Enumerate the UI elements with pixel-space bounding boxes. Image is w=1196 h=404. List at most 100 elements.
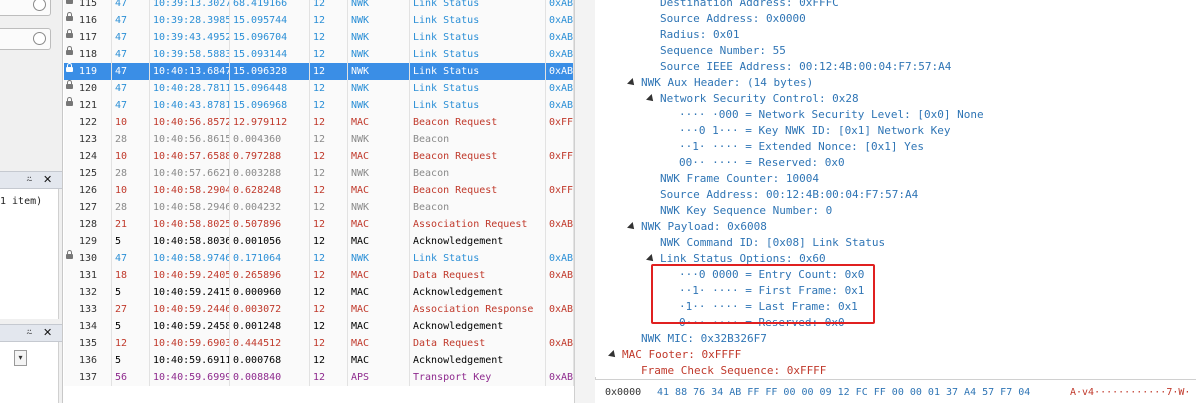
packet-delta-cell: 0.001056 [230,233,310,250]
table-row[interactable]: 1282110:40:58.8025520.50789612MACAssocia… [64,216,574,233]
table-row[interactable]: 1304710:40:58.9746720.17106412NWKLink St… [64,250,574,267]
packet-info-cell: Beacon [410,131,546,148]
packet-info-cell: Acknowledgement [410,233,546,250]
packet-number-cell: 122 [76,114,112,131]
packet-lqi-cell: 5 [112,284,150,301]
packet-protocol-cell: MAC [348,233,410,250]
dropdown-button[interactable]: ▾ [14,350,27,366]
packet-protocol-cell: NWK [348,12,410,29]
pin-icon[interactable]: ⍨ [26,173,33,187]
table-row[interactable]: 134510:40:59.2458470.00124812MACAcknowle… [64,318,574,335]
close-icon[interactable]: ✕ [43,326,52,339]
table-row[interactable]: 1184710:39:58.58838315.09314412NWKLink S… [64,46,574,63]
table-row[interactable]: 1375610:40:59.6999680.00884012APSTranspo… [64,369,574,386]
packet-delta-cell: 15.096968 [230,97,310,114]
table-row[interactable]: 132510:40:59.2415280.00096012MACAcknowle… [64,284,574,301]
packet-number-cell: 123 [76,131,112,148]
packet-info-cell: Data Request [410,335,546,352]
table-row[interactable]: 136510:40:59.6911280.00076812MACAcknowle… [64,352,574,369]
table-row[interactable]: 1221010:40:56.85724012.97911212MACBeacon… [64,114,574,131]
packet-number-cell: 136 [76,352,112,369]
packet-delta-cell: 15.096328 [230,63,310,80]
packet-info-cell: Link Status [410,80,546,97]
filter-combo-1[interactable] [0,0,51,16]
lock-icon [66,250,73,259]
packet-length-cell: 12 [310,318,348,335]
packet-extra-cell [546,284,574,301]
table-row[interactable]: 1194710:40:13.68471115.09632812NWKLink S… [64,63,574,80]
table-row[interactable]: 1154710:39:13.30279268.41916612NWKLink S… [64,0,574,12]
packet-extra-cell: 0xAB [546,369,574,386]
packet-delta-cell: 0.003288 [230,165,310,182]
packet-protocol-cell: MAC [348,284,410,301]
packet-time-cell: 10:40:13.684711 [150,63,230,80]
packet-number-cell: 130 [76,250,112,267]
packet-delta-cell: 0.000768 [230,352,310,369]
table-row[interactable]: 1174710:39:43.49524015.09670412NWKLink S… [64,29,574,46]
tree-node-label: Radius: 0x01 [660,28,740,41]
expand-arrow-icon[interactable] [646,94,656,104]
packet-length-cell: 12 [310,80,348,97]
packet-number-cell: 118 [76,46,112,63]
packet-length-cell: 12 [310,0,348,12]
packet-protocol-cell: MAC [348,301,410,318]
packet-time-cell: 10:40:59.244600 [150,301,230,318]
lock-icon [66,12,73,21]
tree-node-label: Frame Check Sequence: 0xFFFF [641,364,827,377]
expand-arrow-icon[interactable] [646,254,656,264]
table-row[interactable]: 1272810:40:58.2946560.00423212NWKBeacon [64,199,574,216]
packet-info-cell: Link Status [410,46,546,63]
tree-node-label: MAC Footer: 0xFFFF [622,348,742,361]
packet-info-cell: Link Status [410,29,546,46]
table-row[interactable]: 1204710:40:28.78116015.09644812NWKLink S… [64,80,574,97]
packet-length-cell: 12 [310,335,348,352]
packet-time-cell: 10:40:59.691128 [150,352,230,369]
lock-icon [66,97,73,106]
tree-node-label: 00·· ···· = Reserved: 0x0 [679,156,845,169]
table-row[interactable]: 1261010:40:58.2904240.62824812MACBeacon … [64,182,574,199]
table-row[interactable]: 1241010:40:57.6588880.79728812MACBeacon … [64,148,574,165]
packet-lqi-cell: 47 [112,63,150,80]
packet-lqi-cell: 10 [112,148,150,165]
tree-node-label: ···· ·000 = Network Security Level: [0x0… [679,108,984,121]
packet-time-cell: 10:40:28.781160 [150,80,230,97]
table-row[interactable]: 129510:40:58.8036070.00105612MACAcknowle… [64,233,574,250]
packet-lqi-cell: 21 [112,216,150,233]
packet-time-cell: 10:39:13.302792 [150,0,230,12]
hex-ascii: A·v4············7·W· [1070,387,1191,398]
packet-info-cell: Acknowledgement [410,352,546,369]
filter-combo-2[interactable] [0,28,51,50]
packet-delta-cell: 0.444512 [230,335,310,352]
packet-number-cell: 119 [76,63,112,80]
packet-number-cell: 120 [76,80,112,97]
expand-arrow-icon[interactable] [608,350,618,360]
pane-splitter[interactable] [574,0,596,403]
table-row[interactable]: 1214710:40:43.87812815.09696812NWKLink S… [64,97,574,114]
close-icon[interactable]: ✕ [43,173,52,186]
packet-extra-cell: 0xAB [546,46,574,63]
expand-arrow-icon[interactable] [627,78,637,88]
expand-arrow-icon[interactable] [627,222,637,232]
packet-number-cell: 117 [76,29,112,46]
packet-lqi-cell: 27 [112,301,150,318]
packet-extra-cell: 0xAB [546,12,574,29]
packet-info-cell: Data Request [410,267,546,284]
packet-lqi-cell: 47 [112,97,150,114]
packet-lqi-cell: 28 [112,165,150,182]
hex-dump-bar: 0x0000 41 88 76 34 AB FF FF 00 00 09 12 … [595,379,1196,404]
table-row[interactable]: 1232810:40:56.8615990.00436012NWKBeacon [64,131,574,148]
packet-lqi-cell: 47 [112,250,150,267]
table-row[interactable]: 1351210:40:59.6903600.44451212MACData Re… [64,335,574,352]
table-row[interactable]: 1311810:40:59.2405670.26589612MACData Re… [64,267,574,284]
packet-info-cell: Link Status [410,63,546,80]
packet-protocol-cell: NWK [348,80,410,97]
pin-icon[interactable]: ⍨ [26,326,33,340]
table-row[interactable]: 1164710:39:28.39853615.09574412NWKLink S… [64,12,574,29]
packet-time-cell: 10:40:59.245847 [150,318,230,335]
table-row[interactable]: 1252810:40:57.6621750.00328812NWKBeacon [64,165,574,182]
packet-delta-cell: 0.265896 [230,267,310,284]
packet-info-cell: Acknowledgement [410,284,546,301]
table-row[interactable]: 1332710:40:59.2446000.00307212MACAssocia… [64,301,574,318]
packet-lqi-cell: 56 [112,369,150,386]
packet-time-cell: 10:40:57.662175 [150,165,230,182]
